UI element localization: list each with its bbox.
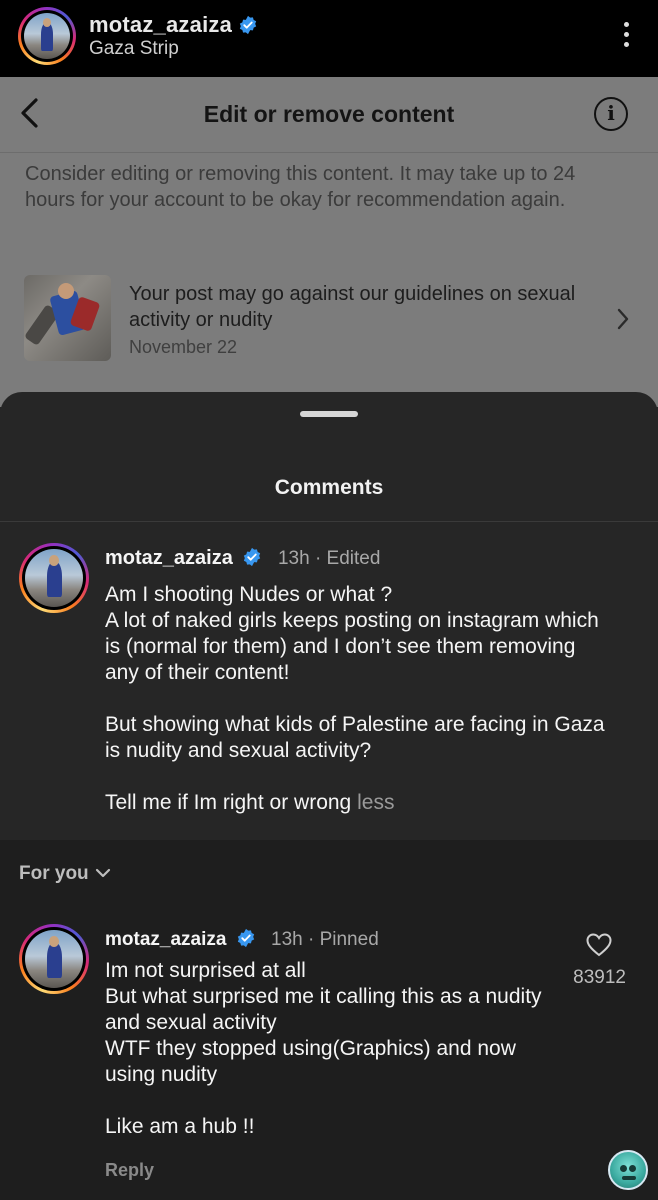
comment-body: Im not surprised at all But what surpris…: [105, 959, 542, 1138]
chevron-right-icon[interactable]: [616, 307, 630, 331]
verified-badge-icon: [237, 928, 254, 948]
profile-username[interactable]: motaz_azaiza: [89, 12, 232, 37]
edit-remove-content-screen: Edit or remove content i Consider editin…: [0, 77, 658, 407]
comment-avatar[interactable]: [19, 924, 89, 994]
profile-header: motaz_azaiza Gaza Strip: [0, 0, 658, 77]
sheet-title: Comments: [274, 476, 384, 499]
chevron-down-icon: [95, 868, 110, 878]
info-icon[interactable]: i: [594, 97, 628, 131]
more-options-icon[interactable]: [622, 22, 630, 52]
caption-body: Am I shooting Nudes or what ? A lot of n…: [105, 583, 605, 814]
like-heart-icon[interactable]: [586, 933, 612, 957]
sort-label: For you: [19, 863, 89, 884]
comment-username[interactable]: motaz_azaiza: [105, 929, 226, 950]
comments-sheet: Comments motaz_azaiza 13h · Edited Am I …: [0, 392, 658, 1200]
profile-location[interactable]: Gaza Strip: [89, 38, 179, 60]
verified-badge-icon: [244, 547, 261, 567]
notice-date: November 22: [129, 337, 238, 357]
caption-meta: 13h · Edited: [277, 548, 381, 569]
caption-username[interactable]: motaz_azaiza: [105, 547, 233, 569]
profile-avatar[interactable]: [18, 7, 76, 65]
comment-meta: 13h · Pinned: [271, 929, 379, 950]
comment-username-row: motaz_azaiza 13h · Pinned: [105, 928, 379, 951]
divider: [0, 152, 658, 153]
verified-badge-icon: [240, 15, 257, 35]
caption-username-row: motaz_azaiza 13h · Edited: [105, 547, 380, 570]
reply-button[interactable]: Reply: [105, 1160, 154, 1181]
edit-description: Consider editing or removing this conten…: [25, 163, 576, 211]
caption-avatar[interactable]: [19, 543, 89, 613]
sheet-drag-handle[interactable]: [300, 411, 358, 417]
sort-dropdown[interactable]: For you: [19, 863, 111, 885]
assistant-bubble-icon[interactable]: [608, 1150, 648, 1190]
less-link[interactable]: less: [357, 791, 394, 814]
page-title: Edit or remove content: [203, 101, 455, 127]
like-count: 83912: [573, 967, 626, 988]
post-thumbnail[interactable]: [24, 275, 111, 361]
guideline-notice-text[interactable]: Your post may go against our guidelines …: [129, 281, 589, 333]
comments-list: For you motaz_azaiza 13h · Pinned Im not…: [0, 840, 658, 1200]
post-caption: motaz_azaiza 13h · Edited Am I shooting …: [0, 522, 658, 840]
profile-username-row[interactable]: motaz_azaiza: [89, 12, 258, 38]
caption-text-block: Am I shooting Nudes or what ? A lot of n…: [105, 582, 605, 816]
